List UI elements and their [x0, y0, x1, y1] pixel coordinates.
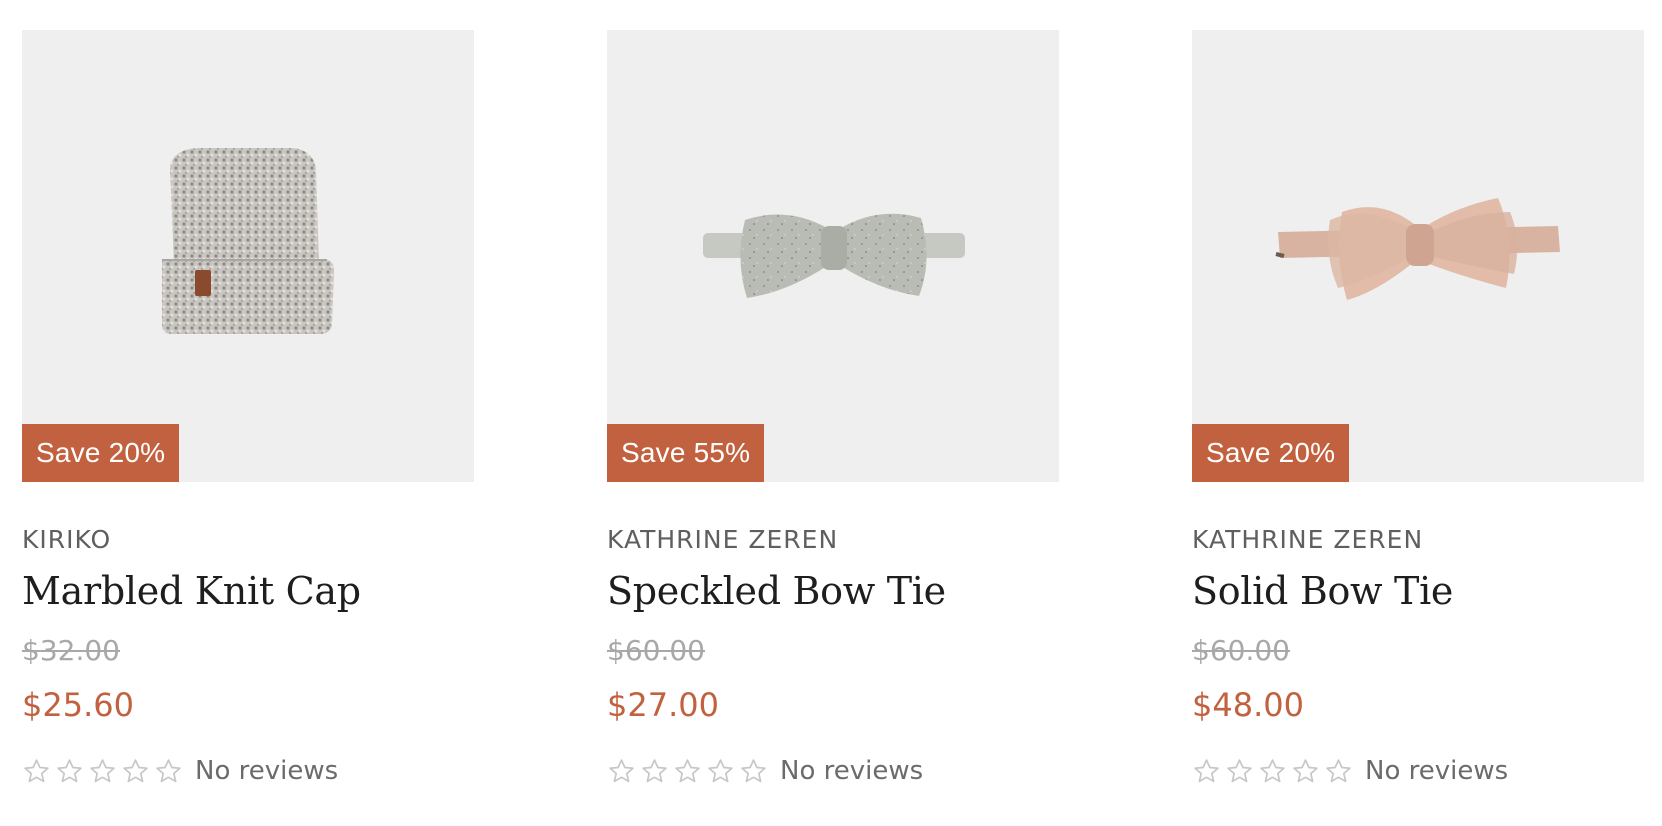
product-rating: No reviews: [22, 754, 474, 788]
star-outline-icon: [706, 757, 735, 786]
star-outline-icon: [640, 757, 669, 786]
product-card-speckled-bow-tie[interactable]: Save 55% KATHRINE ZEREN Speckled Bow Tie…: [607, 30, 1059, 788]
compare-at-price: $60.00: [1192, 634, 1290, 667]
product-image[interactable]: Save 20%: [22, 30, 474, 482]
sale-badge: Save 55%: [607, 424, 765, 482]
product-image[interactable]: Save 20%: [1192, 30, 1644, 482]
product-grid: Save 20% KIRIKO Marbled Knit Cap $32.00 …: [22, 30, 1644, 788]
star-outline-icon: [1225, 757, 1254, 786]
solid-bow-tie-image: [1275, 198, 1560, 300]
reviews-count-label: No reviews: [1365, 756, 1509, 786]
reviews-count-label: No reviews: [780, 756, 924, 786]
rating-stars: [22, 757, 183, 786]
rating-stars: [607, 757, 768, 786]
star-outline-icon: [607, 757, 636, 786]
sale-price: $25.60: [22, 686, 134, 724]
star-outline-icon: [1192, 757, 1221, 786]
product-card-marbled-knit-cap[interactable]: Save 20% KIRIKO Marbled Knit Cap $32.00 …: [22, 30, 474, 788]
star-outline-icon: [673, 757, 702, 786]
star-outline-icon: [1258, 757, 1287, 786]
speckled-bow-tie-image: [703, 213, 965, 298]
star-outline-icon: [22, 757, 51, 786]
product-title[interactable]: Speckled Bow Tie: [607, 568, 1059, 614]
product-rating: No reviews: [1192, 754, 1644, 788]
compare-at-price: $32.00: [22, 634, 120, 667]
star-outline-icon: [1291, 757, 1320, 786]
product-vendor[interactable]: KATHRINE ZEREN: [607, 524, 1059, 556]
product-card-solid-bow-tie[interactable]: Save 20% KATHRINE ZEREN Solid Bow Tie $6…: [1192, 30, 1644, 788]
sale-price: $27.00: [607, 686, 719, 724]
sale-badge: Save 20%: [1192, 424, 1350, 482]
product-rating: No reviews: [607, 754, 1059, 788]
product-vendor[interactable]: KATHRINE ZEREN: [1192, 524, 1644, 556]
product-title[interactable]: Solid Bow Tie: [1192, 568, 1644, 614]
star-outline-icon: [55, 757, 84, 786]
product-title[interactable]: Marbled Knit Cap: [22, 568, 474, 614]
star-outline-icon: [739, 757, 768, 786]
rating-stars: [1192, 757, 1353, 786]
star-outline-icon: [154, 757, 183, 786]
sale-price: $48.00: [1192, 686, 1304, 724]
knit-cap-image: [162, 148, 334, 334]
star-outline-icon: [1324, 757, 1353, 786]
product-image[interactable]: Save 55%: [607, 30, 1059, 482]
sale-badge: Save 20%: [22, 424, 180, 482]
compare-at-price: $60.00: [607, 634, 705, 667]
star-outline-icon: [88, 757, 117, 786]
product-vendor[interactable]: KIRIKO: [22, 524, 474, 556]
star-outline-icon: [121, 757, 150, 786]
reviews-count-label: No reviews: [195, 756, 339, 786]
